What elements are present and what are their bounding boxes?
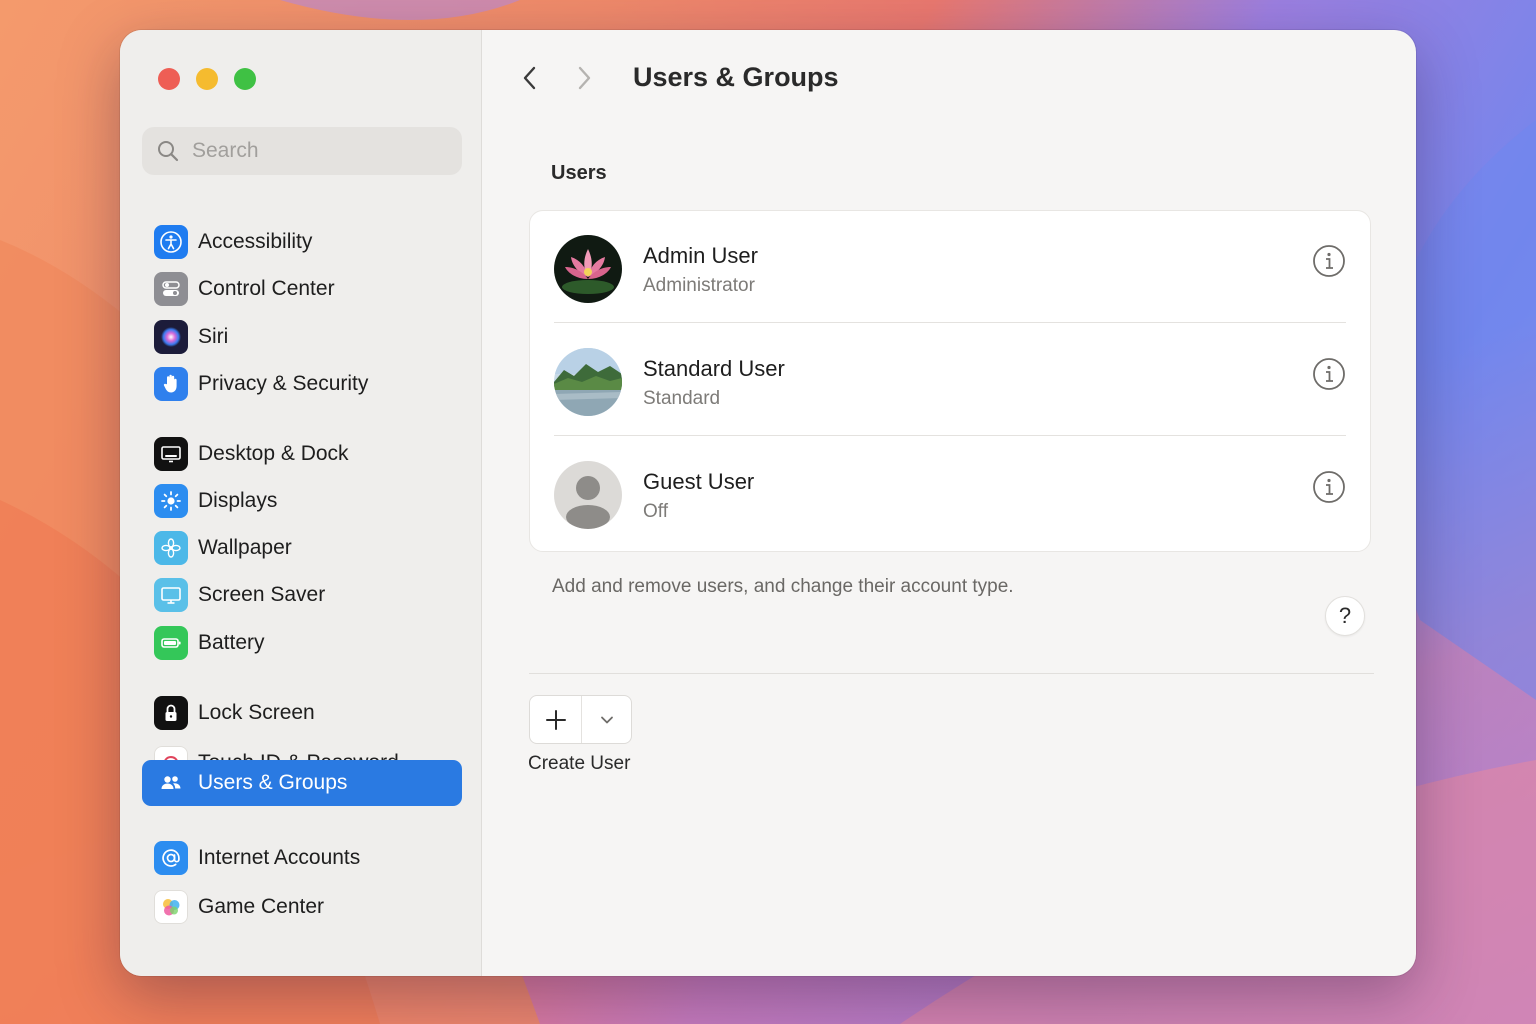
- sidebar-item-screen-saver[interactable]: Screen Saver: [142, 572, 462, 618]
- sidebar-item-battery[interactable]: Battery: [142, 620, 462, 666]
- sidebar-item-label: Game Center: [198, 895, 325, 918]
- sidebar-item-label: Privacy & Security: [198, 372, 369, 395]
- sidebar-item-label: Battery: [198, 631, 265, 654]
- sidebar-item-desktop-dock[interactable]: Desktop & Dock: [142, 431, 462, 477]
- sidebar-item-label: Displays: [198, 489, 278, 512]
- sidebar-item-label: Wallpaper: [198, 536, 292, 559]
- sidebar-item-accessibility[interactable]: Accessibility: [142, 219, 462, 265]
- chevron-down-icon: [600, 716, 613, 723]
- traffic-lights: [158, 68, 256, 90]
- sidebar: Accessibility Control Center Siri Privac…: [120, 30, 482, 976]
- minimize-button[interactable]: [196, 68, 218, 90]
- sidebar-item-label: Internet Accounts: [198, 846, 361, 869]
- section-title-users: Users: [551, 162, 607, 184]
- users-list: Admin User Administrator Standard User S…: [529, 210, 1371, 552]
- add-options-dropdown[interactable]: [582, 696, 631, 743]
- page-title: Users & Groups: [633, 62, 839, 92]
- info-icon: [1313, 471, 1345, 503]
- guest-avatar: [554, 461, 622, 529]
- sidebar-item-label: Desktop & Dock: [198, 442, 349, 465]
- wallpaper-icon: [154, 531, 188, 565]
- help-button[interactable]: ?: [1325, 596, 1365, 636]
- sidebar-item-label: Lock Screen: [198, 701, 315, 724]
- battery-icon: [154, 626, 188, 660]
- search-field[interactable]: [142, 127, 462, 175]
- user-row-standard[interactable]: Standard User Standard: [530, 324, 1370, 436]
- search-input[interactable]: [192, 139, 442, 163]
- landscape-avatar: [554, 348, 622, 416]
- screen-saver-icon: [154, 578, 188, 612]
- chevron-right-icon: [578, 66, 591, 90]
- search-icon: [158, 141, 179, 162]
- sidebar-item-label: Users & Groups: [198, 771, 348, 794]
- info-button[interactable]: [1312, 244, 1346, 278]
- zoom-button[interactable]: [234, 68, 256, 90]
- sidebar-item-users-groups[interactable]: Users & Groups: [142, 760, 462, 806]
- sidebar-item-label: Accessibility: [198, 230, 313, 253]
- displays-icon: [154, 484, 188, 518]
- back-button[interactable]: [512, 60, 548, 96]
- user-row-admin[interactable]: Admin User Administrator: [530, 211, 1370, 323]
- sidebar-item-label: Siri: [198, 325, 229, 348]
- sidebar-item-label: Control Center: [198, 277, 335, 300]
- user-name: Standard User: [643, 356, 785, 381]
- user-role: Standard: [643, 388, 721, 409]
- users-icon: [154, 766, 188, 800]
- close-button[interactable]: [158, 68, 180, 90]
- create-user-control: [529, 695, 632, 744]
- sidebar-item-privacy-security[interactable]: Privacy & Security: [142, 361, 462, 407]
- lock-icon: [154, 696, 188, 730]
- at-icon: [154, 841, 188, 875]
- create-user-label: Create User: [528, 753, 631, 774]
- sidebar-item-control-center[interactable]: Control Center: [142, 266, 462, 312]
- sidebar-item-wallpaper[interactable]: Wallpaper: [142, 525, 462, 571]
- sidebar-item-label: Screen Saver: [198, 583, 326, 606]
- settings-window: Accessibility Control Center Siri Privac…: [120, 30, 1416, 976]
- sidebar-item-game-center[interactable]: Game Center: [142, 884, 462, 930]
- info-button[interactable]: [1312, 357, 1346, 391]
- lotus-avatar: [554, 235, 622, 303]
- info-icon: [1313, 245, 1345, 277]
- hand-icon: [154, 367, 188, 401]
- footer-divider: [529, 673, 1374, 674]
- user-role: Administrator: [643, 275, 755, 296]
- chevron-left-icon: [523, 66, 536, 90]
- sidebar-item-lock-screen[interactable]: Lock Screen: [142, 690, 462, 736]
- user-name: Guest User: [643, 469, 755, 494]
- sidebar-item-internet-accounts[interactable]: Internet Accounts: [142, 835, 462, 881]
- user-role: Off: [643, 501, 668, 522]
- accessibility-icon: [154, 225, 188, 259]
- info-icon: [1313, 358, 1345, 390]
- info-button[interactable]: [1312, 470, 1346, 504]
- sidebar-item-siri[interactable]: Siri: [142, 314, 462, 360]
- row-divider: [554, 322, 1346, 323]
- game-center-icon: [154, 890, 188, 924]
- plus-icon: [545, 709, 566, 730]
- desktop-dock-icon: [154, 437, 188, 471]
- user-row-guest[interactable]: Guest User Off: [530, 437, 1370, 549]
- add-user-button[interactable]: [530, 696, 582, 743]
- forward-button[interactable]: [566, 60, 602, 96]
- row-divider: [554, 435, 1346, 436]
- users-description: Add and remove users, and change their a…: [552, 576, 1014, 597]
- content-pane: Users & Groups Users Admin User Administ…: [483, 30, 1416, 976]
- sidebar-item-displays[interactable]: Displays: [142, 478, 462, 524]
- control-center-icon: [154, 272, 188, 306]
- user-name: Admin User: [643, 243, 758, 268]
- siri-icon: [154, 320, 188, 354]
